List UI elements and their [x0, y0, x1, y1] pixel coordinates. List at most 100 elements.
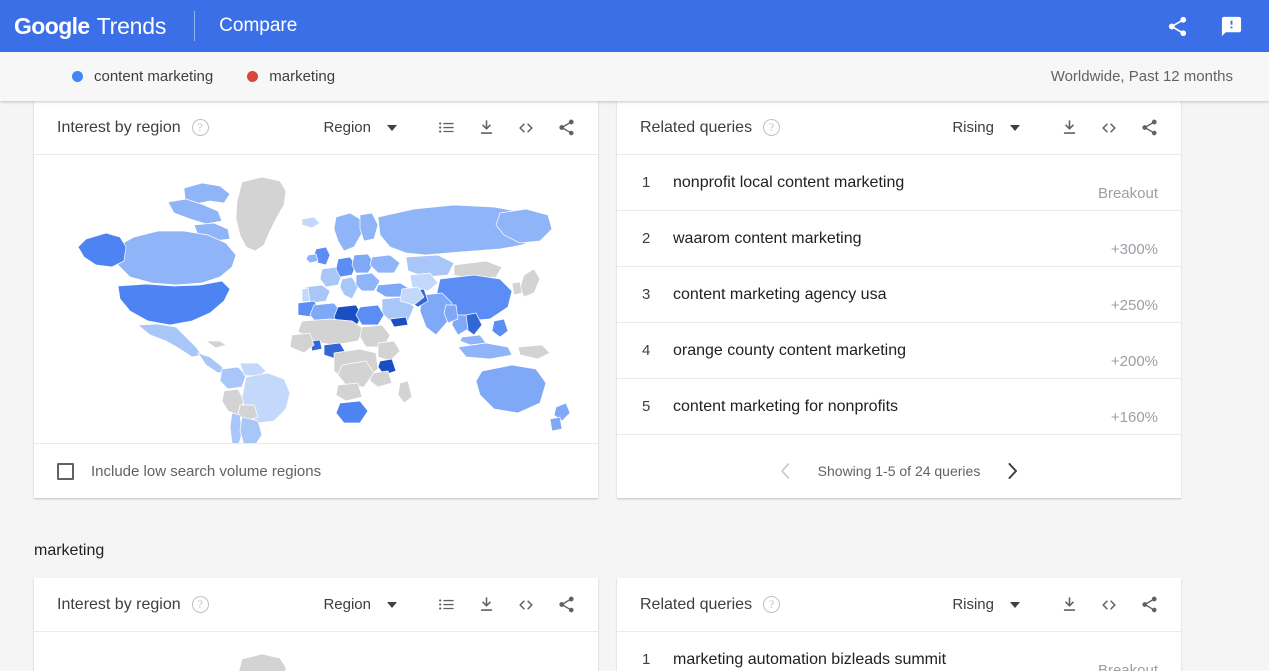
row-rank: 1 [642, 651, 651, 668]
region-caribbean [204, 340, 227, 349]
select-value: Rising [952, 596, 994, 613]
related-queries-card: Related queries ? Rising 1 nonprofit loc… [617, 101, 1181, 498]
table-row[interactable]: 1 marketing automation bizleads summit B… [617, 632, 1181, 671]
region-japan [519, 268, 541, 298]
row-query: orange county content marketing [673, 341, 907, 359]
share-icon[interactable] [1157, 6, 1197, 46]
region-greenland [235, 176, 287, 252]
region-indonesia [457, 342, 513, 360]
region-finland [359, 212, 379, 242]
share-icon[interactable] [1136, 592, 1162, 618]
share-icon[interactable] [553, 592, 579, 618]
download-icon[interactable] [473, 592, 499, 618]
world-choropleth-map[interactable] [34, 155, 598, 443]
table-row[interactable]: 5 content marketing for nonprofits +160% [617, 379, 1181, 435]
table-row[interactable]: 2 waarom content marketing +300% [617, 211, 1181, 267]
region-malaysia [459, 334, 487, 346]
row-rank: 2 [642, 230, 651, 247]
region-canada [115, 230, 237, 286]
region-level-select[interactable]: Region [323, 596, 397, 613]
legend-item-0[interactable]: content marketing [72, 68, 213, 85]
chevron-down-icon [387, 601, 397, 608]
help-icon[interactable]: ? [763, 596, 781, 613]
region-australia [475, 364, 547, 414]
pagination-label: Showing 1-5 of 24 queries [817, 462, 981, 479]
interest-by-region-card: Interest by region ? Region Include low … [34, 101, 598, 498]
queries-sort-select[interactable]: Rising [952, 596, 1020, 613]
include-low-volume-checkbox[interactable] [57, 462, 74, 480]
card-title: Interest by region [57, 118, 181, 136]
region-alaska [77, 232, 127, 268]
table-row[interactable]: 3 content marketing agency usa +250% [617, 267, 1181, 323]
card-title: Related queries [640, 118, 753, 136]
help-icon[interactable]: ? [763, 119, 781, 136]
chevron-left-icon[interactable] [776, 458, 796, 484]
list-icon[interactable] [433, 115, 459, 141]
row-value: +250% [1110, 297, 1158, 314]
chevron-down-icon [387, 124, 397, 131]
row-rank: 4 [642, 342, 651, 359]
table-row[interactable]: 4 orange county content marketing +200% [617, 323, 1181, 379]
row-value: +200% [1110, 353, 1158, 370]
legend-color-dot [72, 71, 83, 82]
region-ireland [305, 253, 319, 264]
google-trends-logo[interactable]: Google Trends [14, 13, 166, 40]
region-ukraine [369, 254, 401, 274]
select-value: Region [323, 119, 371, 136]
row-query: content marketing for nonprofits [673, 397, 899, 415]
results-content: Interest by region ? Region Include low … [0, 101, 1269, 671]
interest-by-region-card-2: Interest by region ? Region [34, 578, 598, 671]
download-icon[interactable] [1056, 592, 1082, 618]
section-term-label: marketing [34, 542, 105, 559]
region-yemen [389, 316, 409, 328]
download-icon[interactable] [473, 115, 499, 141]
card-title: Interest by region [57, 595, 181, 613]
help-icon[interactable]: ? [191, 119, 209, 136]
app-bar: Google Trends Compare [0, 0, 1269, 52]
feedback-icon[interactable] [1211, 6, 1251, 46]
region-south-africa [335, 400, 369, 424]
row-value: Breakout [1097, 185, 1158, 202]
legend-item-1[interactable]: marketing [247, 68, 335, 85]
chevron-down-icon [1010, 601, 1020, 608]
region-west-africa [289, 332, 315, 354]
region-philippines [491, 318, 509, 338]
select-value: Region [323, 596, 371, 613]
card-header: Interest by region ? Region [34, 101, 598, 155]
help-icon[interactable]: ? [191, 596, 209, 613]
chevron-down-icon [1010, 124, 1020, 131]
embed-icon[interactable] [513, 592, 539, 618]
row-value: +300% [1110, 241, 1158, 258]
embed-icon[interactable] [1096, 592, 1122, 618]
region-greenland [238, 653, 287, 671]
download-icon[interactable] [1056, 115, 1082, 141]
card-header: Interest by region ? Region [34, 578, 598, 632]
region-new-guinea [517, 344, 551, 360]
region-level-select[interactable]: Region [323, 119, 397, 136]
row-rank: 5 [642, 398, 651, 415]
row-query: content marketing agency usa [673, 285, 887, 303]
region-angola [335, 382, 363, 402]
embed-icon[interactable] [1096, 115, 1122, 141]
select-value: Rising [952, 119, 994, 136]
chevron-right-icon[interactable] [1002, 458, 1022, 484]
share-icon[interactable] [553, 115, 579, 141]
table-row[interactable]: 1 nonprofit local content marketing Brea… [617, 155, 1181, 211]
map-svg-2 [238, 653, 287, 671]
embed-icon[interactable] [513, 115, 539, 141]
world-choropleth-map-2[interactable] [34, 632, 598, 671]
queries-sort-select[interactable]: Rising [952, 119, 1020, 136]
region-madagascar [397, 380, 413, 404]
region-egypt [355, 304, 385, 326]
region-canada-arctic-2 [167, 198, 223, 225]
list-icon[interactable] [433, 592, 459, 618]
appbar-divider [194, 11, 196, 41]
page-title: Compare [219, 15, 298, 36]
row-value: +160% [1110, 409, 1158, 426]
share-icon[interactable] [1136, 115, 1162, 141]
row-rank: 3 [642, 286, 651, 303]
include-low-volume-label[interactable]: Include low search volume regions [91, 463, 321, 480]
related-queries-card-2: Related queries ? Rising 1 marketing aut… [617, 578, 1181, 671]
queries-pagination: Showing 1-5 of 24 queries [617, 443, 1181, 498]
region-italy [339, 276, 359, 300]
